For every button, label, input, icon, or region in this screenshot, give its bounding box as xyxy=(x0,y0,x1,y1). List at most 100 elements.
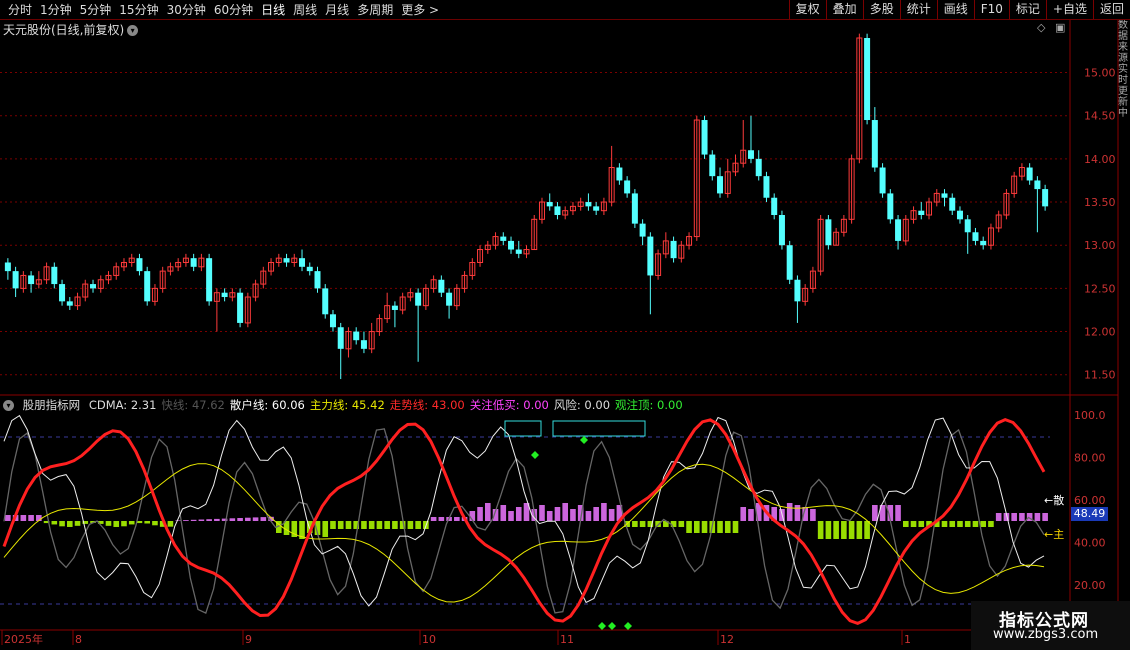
histogram-bar xyxy=(732,521,739,533)
histogram-bar xyxy=(740,507,747,521)
histogram-bar xyxy=(74,521,81,526)
histogram-bar xyxy=(833,521,839,539)
histogram-bar xyxy=(59,521,65,527)
indicator-value-6: 风险: 0.00 xyxy=(553,398,611,412)
histogram-bar xyxy=(1034,513,1041,521)
signal-box xyxy=(552,420,646,437)
candle-body xyxy=(554,206,561,215)
histogram-bar xyxy=(1011,513,1017,521)
time-label: 8 xyxy=(75,633,82,646)
candle-body xyxy=(299,258,306,267)
indicator-value-0: CDMA: 2.31 xyxy=(88,398,157,412)
candle-body xyxy=(717,176,724,194)
histogram-bar xyxy=(585,511,592,521)
histogram-bar xyxy=(183,520,189,521)
signal-diamond xyxy=(624,622,632,630)
indicator-value-1: 快线: 47.62 xyxy=(161,398,225,412)
histogram-bar xyxy=(786,503,793,521)
watermark: 指标公式网 www.zbgs3.com xyxy=(971,601,1130,650)
candle-body xyxy=(306,266,313,272)
candle-body xyxy=(314,271,321,289)
candle-body xyxy=(631,193,638,224)
histogram-bar xyxy=(345,521,352,529)
histogram-bar xyxy=(508,511,514,521)
histogram-bar xyxy=(229,518,236,521)
main-side-label: ←主 xyxy=(1044,528,1064,541)
candle-body xyxy=(1026,167,1033,181)
candle-body xyxy=(949,197,956,211)
retail-side-label: ←散 xyxy=(1044,493,1064,507)
histogram-bar xyxy=(484,503,491,521)
histogram-bar xyxy=(539,505,545,521)
candle-body xyxy=(763,176,770,198)
indicator-tick-label: 100.0 xyxy=(1074,409,1106,422)
histogram-bar xyxy=(848,521,855,539)
histogram-bar xyxy=(214,518,220,521)
histogram-bar xyxy=(748,509,754,521)
histogram-bar xyxy=(562,503,569,521)
histogram-bar xyxy=(895,505,901,521)
main-chart[interactable]: 15.00 14.50 14.00 13.50 13.00 12.50 12.00 11.50… xyxy=(0,0,1130,650)
histogram-bar xyxy=(910,521,917,527)
histogram-bar xyxy=(361,521,367,529)
candle-body xyxy=(918,210,925,215)
candle-body xyxy=(28,275,35,285)
histogram-bar xyxy=(392,521,398,529)
candle-body xyxy=(941,193,948,198)
price-tick-label: 12.50 xyxy=(1084,282,1116,295)
indicator-tick-label: 40.00 xyxy=(1074,537,1106,550)
histogram-bar xyxy=(949,521,956,527)
histogram-bar xyxy=(454,517,460,521)
candle-body xyxy=(144,271,151,302)
signal-box xyxy=(504,420,542,437)
candle-body xyxy=(593,206,600,211)
candle-body xyxy=(515,249,522,254)
histogram-bar xyxy=(515,507,522,521)
candle-body xyxy=(755,158,762,177)
price-tick-label: 15.00 xyxy=(1084,67,1116,80)
current-value-box: 48.49 xyxy=(1071,507,1108,521)
axes: 15.00 14.50 14.00 13.50 13.00 12.50 12.00 11.50… xyxy=(1,67,1116,646)
histogram-bar xyxy=(477,507,483,521)
indicator-tick-label: 80.00 xyxy=(1074,452,1106,465)
histogram-bar xyxy=(980,521,987,527)
candle-body xyxy=(12,271,19,289)
histogram-bar xyxy=(198,519,205,521)
histogram-bar xyxy=(601,503,607,521)
candle-body xyxy=(237,292,244,323)
candle-body xyxy=(887,193,894,220)
histogram-bar xyxy=(902,521,909,527)
histogram-bar xyxy=(639,521,646,527)
candle-body xyxy=(446,292,453,306)
candle-body xyxy=(59,284,66,302)
candle-body xyxy=(864,38,871,121)
histogram-bar xyxy=(175,520,181,521)
candle-body xyxy=(709,154,716,177)
histogram-bar xyxy=(128,521,135,525)
histogram-bar xyxy=(152,521,158,526)
signal-diamond xyxy=(531,451,539,459)
indicator-tick-label: 20.00 xyxy=(1074,579,1106,592)
histogram-bar xyxy=(190,519,197,521)
candle-body xyxy=(546,202,553,207)
candle-body xyxy=(500,236,507,241)
histogram-bar xyxy=(810,509,816,521)
histogram-bar xyxy=(368,521,375,529)
histogram-bar xyxy=(438,517,445,521)
candle-body xyxy=(964,219,971,233)
histogram-bar xyxy=(570,509,576,521)
grid xyxy=(0,20,1119,650)
candle-body xyxy=(360,340,367,349)
candle-body xyxy=(322,288,329,315)
candle-body xyxy=(616,167,623,181)
price-tick-label: 11.50 xyxy=(1084,369,1116,382)
histogram-bar xyxy=(872,505,878,521)
indicator-dropdown-icon[interactable]: ▾ xyxy=(3,400,14,411)
indicator-value-4: 走势线: 43.00 xyxy=(389,398,465,412)
candle-body xyxy=(1034,180,1041,190)
histogram-bar xyxy=(972,521,979,527)
candle-body xyxy=(771,197,778,215)
histogram-bar xyxy=(66,521,73,527)
histogram-bar xyxy=(121,521,127,527)
candle-body xyxy=(794,279,801,302)
